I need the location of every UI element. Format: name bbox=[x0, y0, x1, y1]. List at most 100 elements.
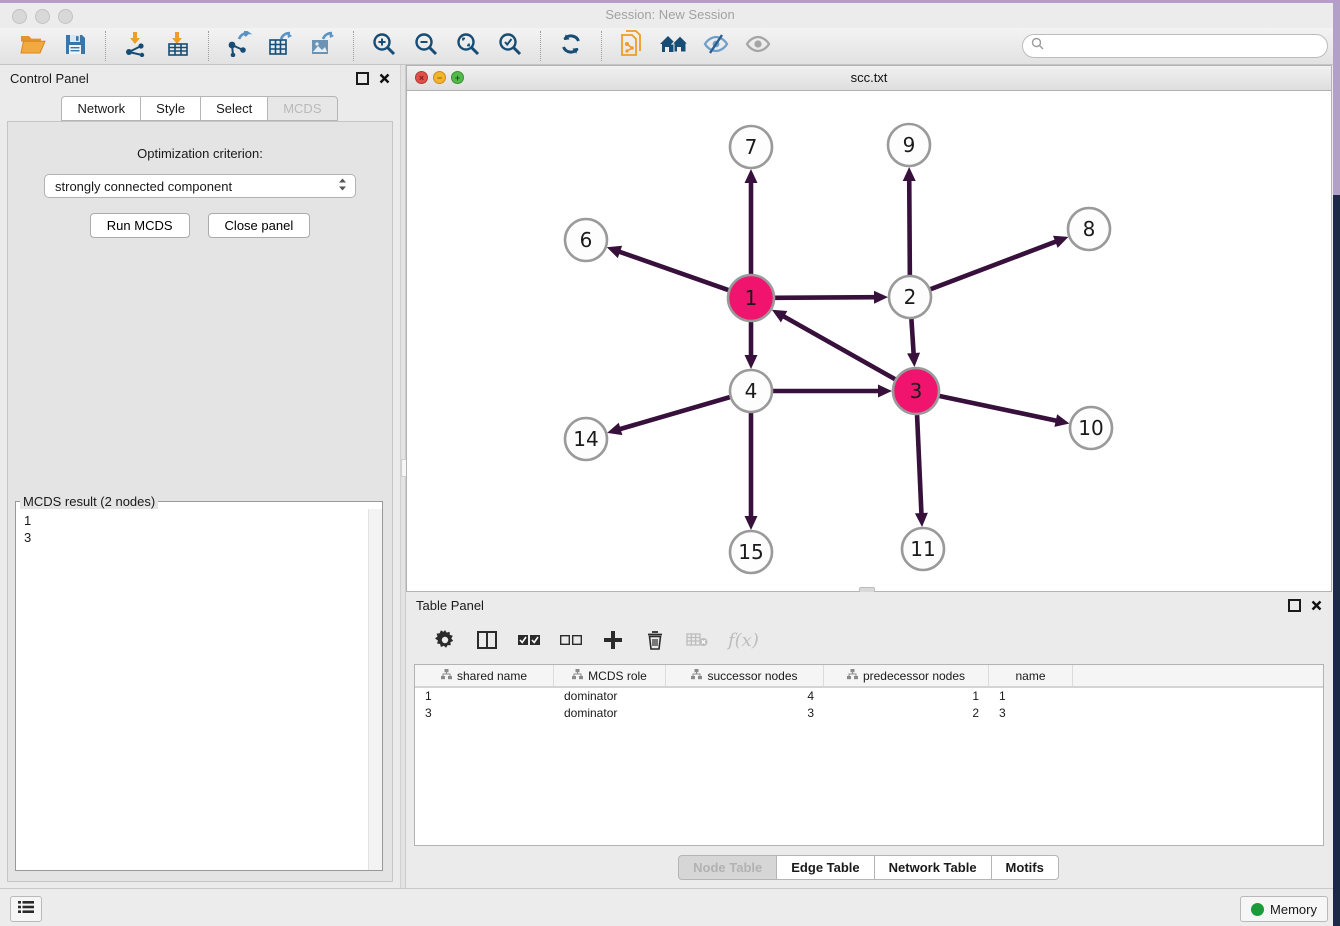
tab-node-table[interactable]: Node Table bbox=[678, 855, 777, 880]
optimization-criterion-value: strongly connected component bbox=[55, 179, 232, 194]
network-canvas[interactable]: 7968124314101511 bbox=[407, 91, 1331, 592]
graph-edge-2-3[interactable] bbox=[911, 319, 913, 355]
first-neighbors-button[interactable] bbox=[653, 30, 695, 62]
close-panel-icon[interactable] bbox=[379, 73, 390, 84]
zoom-fit-button[interactable] bbox=[447, 30, 489, 62]
search-box bbox=[1022, 34, 1328, 58]
table-cell[interactable]: 1 bbox=[824, 688, 989, 705]
table-settings-button[interactable] bbox=[434, 629, 456, 651]
memory-status-icon bbox=[1251, 903, 1264, 916]
graph-edge-1-6[interactable] bbox=[618, 251, 728, 290]
graph-edge-1-2[interactable] bbox=[775, 297, 876, 298]
zoom-window-icon[interactable] bbox=[58, 9, 73, 24]
optimization-criterion-select[interactable]: strongly connected component bbox=[44, 174, 356, 198]
graph-edge-2-9[interactable] bbox=[909, 179, 910, 275]
table-cell[interactable]: 2 bbox=[824, 705, 989, 722]
save-session-button[interactable] bbox=[54, 30, 96, 62]
unselect-all-columns-button[interactable] bbox=[560, 629, 582, 651]
column-header-mcds-role[interactable]: MCDS role bbox=[554, 665, 666, 686]
table-toolbar: f(x) bbox=[420, 622, 1318, 658]
run-mcds-button[interactable]: Run MCDS bbox=[90, 213, 190, 238]
clone-network-button[interactable] bbox=[611, 30, 653, 62]
node-label: 14 bbox=[573, 427, 598, 451]
network-window-titlebar[interactable]: × − + scc.txt bbox=[407, 66, 1331, 91]
tab-network-table[interactable]: Network Table bbox=[874, 855, 992, 880]
table-cell[interactable]: 1 bbox=[989, 688, 1073, 705]
tab-network[interactable]: Network bbox=[61, 96, 141, 121]
node-label: 9 bbox=[903, 133, 916, 157]
toolbar-separator bbox=[601, 31, 602, 61]
show-column-button[interactable] bbox=[476, 629, 498, 651]
float-table-panel-icon[interactable] bbox=[1288, 599, 1301, 612]
optimization-criterion-label: Optimization criterion: bbox=[8, 146, 392, 161]
node-table: shared nameMCDS role successor nodes prede… bbox=[414, 664, 1324, 846]
create-column-button[interactable] bbox=[602, 629, 624, 651]
export-network-icon bbox=[225, 31, 253, 62]
control-panel-header: Control Panel bbox=[0, 65, 400, 91]
search-input[interactable] bbox=[1049, 38, 1319, 54]
table-cell[interactable]: 3 bbox=[415, 705, 554, 722]
column-header-predecessor-nodes[interactable]: predecessor nodes bbox=[824, 665, 989, 686]
node-label: 6 bbox=[580, 228, 593, 252]
minimize-window-icon[interactable] bbox=[35, 9, 50, 24]
table-panel: Table Panel f(x) shared nameMCDS role suc… bbox=[406, 592, 1332, 888]
memory-button[interactable]: Memory bbox=[1240, 896, 1328, 922]
refresh-button[interactable] bbox=[550, 30, 592, 62]
edge-arrowhead bbox=[607, 246, 622, 258]
table-cell[interactable]: 3 bbox=[989, 705, 1073, 722]
column-header-shared-name[interactable]: shared name bbox=[415, 665, 554, 686]
column-header-successor-nodes[interactable]: successor nodes bbox=[666, 665, 824, 686]
zoom-in-button[interactable] bbox=[363, 30, 405, 62]
table-cell[interactable]: dominator bbox=[554, 688, 666, 705]
graph-edge-4-14[interactable] bbox=[619, 397, 730, 429]
graph-edge-2-8[interactable] bbox=[931, 241, 1058, 289]
close-window-icon[interactable] bbox=[12, 9, 27, 24]
table-cell[interactable]: 1 bbox=[415, 688, 554, 705]
table-row[interactable]: 3dominator323 bbox=[415, 705, 1323, 722]
graph-edge-3-10[interactable] bbox=[939, 396, 1057, 421]
node-label: 8 bbox=[1083, 217, 1096, 241]
delete-column-button[interactable] bbox=[644, 629, 666, 651]
close-panel-button[interactable]: Close panel bbox=[208, 213, 311, 238]
tab-select[interactable]: Select bbox=[200, 96, 268, 121]
import-network-button[interactable] bbox=[115, 30, 157, 62]
export-table-icon bbox=[267, 31, 295, 62]
hide-selected-button[interactable] bbox=[695, 30, 737, 62]
float-panel-icon[interactable] bbox=[356, 72, 369, 85]
graph-edge-3-1[interactable] bbox=[782, 316, 895, 380]
network-view-window: × − + scc.txt 7968124314101511 bbox=[406, 65, 1332, 592]
export-network-button[interactable] bbox=[218, 30, 260, 62]
graph-edge-3-11[interactable] bbox=[917, 415, 921, 515]
table-cell[interactable]: 4 bbox=[666, 688, 824, 705]
control-panel-title: Control Panel bbox=[10, 71, 89, 86]
column-header-label: successor nodes bbox=[707, 669, 797, 683]
table-panel-title: Table Panel bbox=[416, 598, 484, 613]
export-table-button[interactable] bbox=[260, 30, 302, 62]
task-history-button[interactable] bbox=[10, 896, 42, 922]
function-builder-button[interactable]: f(x) bbox=[728, 630, 759, 651]
table-tabs: Node TableEdge TableNetwork TableMotifs bbox=[406, 855, 1332, 880]
select-all-columns-button[interactable] bbox=[518, 629, 540, 651]
table-cell[interactable]: dominator bbox=[554, 705, 666, 722]
tab-edge-table[interactable]: Edge Table bbox=[776, 855, 874, 880]
table-cell[interactable]: 3 bbox=[666, 705, 824, 722]
zoom-out-button[interactable] bbox=[405, 30, 447, 62]
result-scrollbar[interactable] bbox=[368, 509, 382, 870]
node-label: 11 bbox=[910, 537, 935, 561]
import-network-icon bbox=[123, 31, 149, 62]
node-label: 2 bbox=[904, 285, 917, 309]
show-all-button[interactable] bbox=[737, 30, 779, 62]
edge-arrowhead bbox=[745, 169, 758, 183]
search-icon bbox=[1031, 37, 1044, 55]
column-header-name[interactable]: name bbox=[989, 665, 1073, 686]
tab-mcds[interactable]: MCDS bbox=[267, 96, 337, 121]
tab-style[interactable]: Style bbox=[140, 96, 201, 121]
close-table-panel-icon[interactable] bbox=[1311, 600, 1322, 611]
zoom-selected-button[interactable] bbox=[489, 30, 531, 62]
open-session-button[interactable] bbox=[12, 30, 54, 62]
table-row[interactable]: 1dominator411 bbox=[415, 688, 1323, 705]
import-table-button[interactable] bbox=[157, 30, 199, 62]
export-image-button[interactable] bbox=[302, 30, 344, 62]
tab-motifs[interactable]: Motifs bbox=[991, 855, 1059, 880]
delete-table-button[interactable] bbox=[686, 629, 708, 651]
